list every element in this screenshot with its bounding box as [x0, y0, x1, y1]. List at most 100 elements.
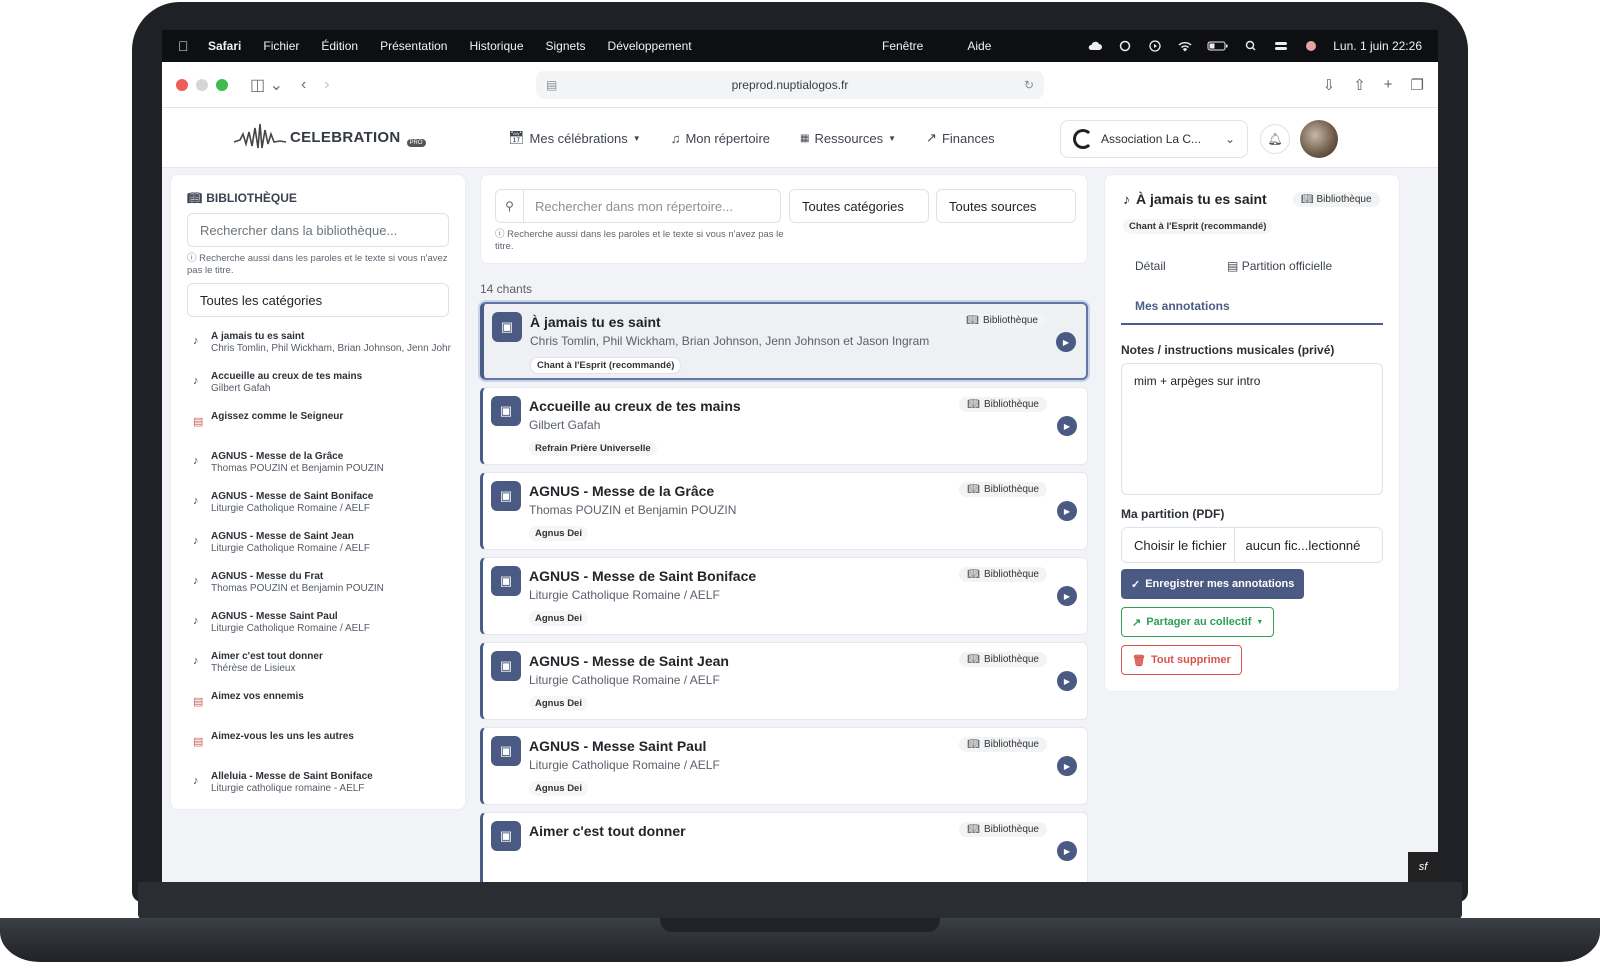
mac-menubar:  Safari Fichier Édition Présentation Hi… — [162, 30, 1438, 62]
song-book-icon: ▣ — [491, 396, 521, 426]
user-avatar[interactable] — [1300, 120, 1338, 158]
zoom-window-button[interactable] — [216, 78, 228, 91]
music-note-icon: ♪ — [193, 535, 199, 547]
library-item[interactable]: ♪ Alleluia - Messe de Saint Boniface Litur… — [193, 771, 461, 811]
control-center-icon[interactable] — [1273, 40, 1289, 52]
song-source-text: Bibliothèque — [983, 399, 1039, 410]
play-icon[interactable]: ▶ — [1057, 586, 1077, 606]
menu-presentation[interactable]: Présentation — [380, 39, 447, 53]
close-window-button[interactable] — [176, 78, 188, 91]
download-icon[interactable]: ⇩ — [1323, 76, 1336, 94]
menu-edition[interactable]: Édition — [321, 39, 358, 53]
song-card[interactable]: ▣ AGNUS - Messe Saint Paul Liturgie Cathol… — [480, 727, 1088, 805]
grid-icon: ▦ — [800, 132, 810, 144]
back-icon[interactable]: ‹ — [301, 76, 306, 94]
library-item[interactable]: ♪ AGNUS - Messe de la Grâce Thomas POUZIN … — [193, 451, 461, 491]
active-tab-indicator — [1121, 323, 1383, 325]
category-filter-select[interactable]: Toutes catégories — [789, 189, 929, 223]
library-item[interactable]: ▤ Aimez vos ennemis — [193, 691, 461, 731]
symfony-toolbar-icon[interactable]: sf — [1408, 852, 1438, 882]
menu-signets[interactable]: Signets — [546, 39, 586, 53]
song-card[interactable]: ▣ AGNUS - Messe de Saint Boniface Liturgie… — [480, 557, 1088, 635]
share-icon[interactable]: ⇧ — [1353, 76, 1366, 94]
repertoire-search-input[interactable]: ⚲ Rechercher dans mon répertoire... — [495, 189, 781, 223]
library-item[interactable]: ♪ AGNUS - Messe Saint Paul Liturgie Cathol… — [193, 611, 461, 651]
tab-mes-annotations[interactable]: Mes annotations — [1135, 299, 1230, 313]
tab-detail[interactable]: Détail — [1135, 259, 1166, 273]
menu-fenetre[interactable]: Fenêtre — [882, 39, 923, 53]
play-icon[interactable]: ▶ — [1057, 671, 1077, 691]
wifi-icon[interactable] — [1177, 40, 1193, 52]
forward-icon[interactable]: › — [324, 76, 329, 94]
music-note-icon: ♪ — [1123, 191, 1130, 207]
tab-partition-officielle[interactable]: ▤ Partition officielle — [1227, 259, 1332, 273]
play-icon[interactable]: ▶ — [1057, 416, 1077, 436]
cloud-icon[interactable] — [1087, 40, 1103, 52]
song-source-text: Bibliothèque — [982, 315, 1038, 326]
song-source-text: Bibliothèque — [983, 824, 1039, 835]
nav-finances[interactable]: ↗ Finances — [926, 130, 995, 146]
page-settings-icon[interactable]: ▤ — [546, 78, 557, 92]
library-item[interactable]: ♪ Accueille au creux de tes mains Gilbert … — [193, 371, 461, 411]
library-item-subtitle: Liturgie Catholique Romaine / AELF — [211, 543, 370, 554]
notes-textarea[interactable]: mim + arpèges sur intro — [1121, 363, 1383, 495]
menu-aide[interactable]: Aide — [967, 39, 991, 53]
menu-fichier[interactable]: Fichier — [263, 39, 299, 53]
nav-mes-celebrations[interactable]: 📅︎ Mes célébrations ▼ — [508, 130, 641, 146]
pdf-file-input[interactable]: Choisir le fichier aucun fic...lectionné — [1121, 527, 1383, 563]
delete-all-button[interactable]: 🗑︎ Tout supprimer — [1121, 645, 1242, 675]
menu-developpement[interactable]: Développement — [608, 39, 692, 53]
sync-icon[interactable] — [1117, 40, 1133, 52]
song-category-badge: Chant à l'Esprit (recommandé) — [530, 357, 682, 374]
song-card[interactable]: ▣ Aimer c'est tout donner 📖︎ Bibliothèque ▶ — [480, 812, 1088, 882]
calendar-icon: 📅︎ — [508, 130, 525, 145]
library-item[interactable]: ♪ AGNUS - Messe de Saint Jean Liturgie Cat… — [193, 531, 461, 571]
play-circle-icon[interactable] — [1147, 40, 1163, 52]
tabs-overview-icon[interactable]: ❐ — [1411, 76, 1424, 94]
sidebar-toggle-icon[interactable]: ◫ ⌄ — [250, 75, 283, 95]
song-title: AGNUS - Messe de la Grâce — [529, 483, 715, 499]
song-card[interactable]: ▣ AGNUS - Messe de Saint Jean Liturgie Cat… — [480, 642, 1088, 720]
notes-label: Notes / instructions musicales (privé) — [1121, 343, 1335, 357]
search-icon[interactable] — [1243, 40, 1259, 52]
library-item[interactable]: ♪ AGNUS - Messe de Saint Boniface Liturgie… — [193, 491, 461, 531]
menu-app[interactable]: Safari — [208, 39, 241, 53]
new-tab-icon[interactable]: + — [1384, 76, 1393, 94]
song-card[interactable]: ▣ AGNUS - Messe de la Grâce Thomas POUZIN … — [480, 472, 1088, 550]
library-category-select[interactable]: Toutes les catégories — [187, 283, 449, 317]
play-icon[interactable]: ▶ — [1057, 841, 1077, 861]
nav-mon-repertoire[interactable]: ♫ Mon répertoire — [671, 130, 770, 146]
share-collective-button[interactable]: ↗ Partager au collectif ▼ — [1121, 607, 1275, 637]
address-bar[interactable]: ▤ preprod.nuptialogos.fr ↻ — [536, 71, 1044, 99]
apple-icon[interactable]:  — [178, 38, 192, 54]
song-author: Liturgie Catholique Romaine / AELF — [529, 758, 720, 772]
reload-icon[interactable]: ↻ — [1024, 78, 1034, 92]
choose-file-button[interactable]: Choisir le fichier — [1122, 528, 1236, 562]
song-card[interactable]: ▣ Accueille au creux de tes mains Gilbert … — [480, 387, 1088, 465]
minimize-window-button[interactable] — [196, 78, 208, 91]
play-icon[interactable]: ▶ — [1057, 501, 1077, 521]
library-item[interactable]: ♪ Aimer c'est tout donner Thérèse de Lisie… — [193, 651, 461, 691]
app-logo[interactable]: CELEBRATION PRO — [234, 122, 426, 152]
nav-ressources[interactable]: ▦ Ressources ▼ — [800, 130, 896, 146]
library-item[interactable]: ♪ À jamais tu es saint Chris Tomlin, Phil … — [193, 331, 461, 371]
library-item[interactable]: ▤ Agissez comme le Seigneur — [193, 411, 461, 451]
save-annotations-button[interactable]: ✓ Enregistrer mes annotations — [1121, 569, 1305, 599]
menu-historique[interactable]: Historique — [469, 39, 523, 53]
user-avatar-icon[interactable] — [1303, 40, 1319, 52]
source-filter-select[interactable]: Toutes sources — [936, 189, 1076, 223]
library-search-input[interactable]: Rechercher dans la bibliothèque... — [187, 213, 449, 247]
notifications-bell-icon[interactable]: 🔔︎ — [1260, 124, 1290, 154]
play-icon[interactable]: ▶ — [1056, 332, 1076, 352]
song-author: Thomas POUZIN et Benjamin POUZIN — [529, 503, 737, 517]
library-item[interactable]: ▤ Aimez-vous les uns les autres — [193, 731, 461, 771]
document-icon: ▤ — [193, 416, 204, 428]
play-icon[interactable]: ▶ — [1057, 756, 1077, 776]
song-card[interactable]: ▣ À jamais tu es saint Chris Tomlin, Phil … — [480, 302, 1088, 380]
library-item[interactable]: ♪ AGNUS - Messe du Frat Thomas POUZIN et B… — [193, 571, 461, 611]
song-count: 14 chants — [480, 282, 533, 296]
library-item-title: Aimez vos ennemis — [211, 691, 304, 702]
laptop-bezel — [138, 882, 1462, 920]
battery-icon[interactable] — [1207, 40, 1229, 52]
organization-switcher[interactable]: Association La C... ⌄ — [1060, 120, 1248, 158]
